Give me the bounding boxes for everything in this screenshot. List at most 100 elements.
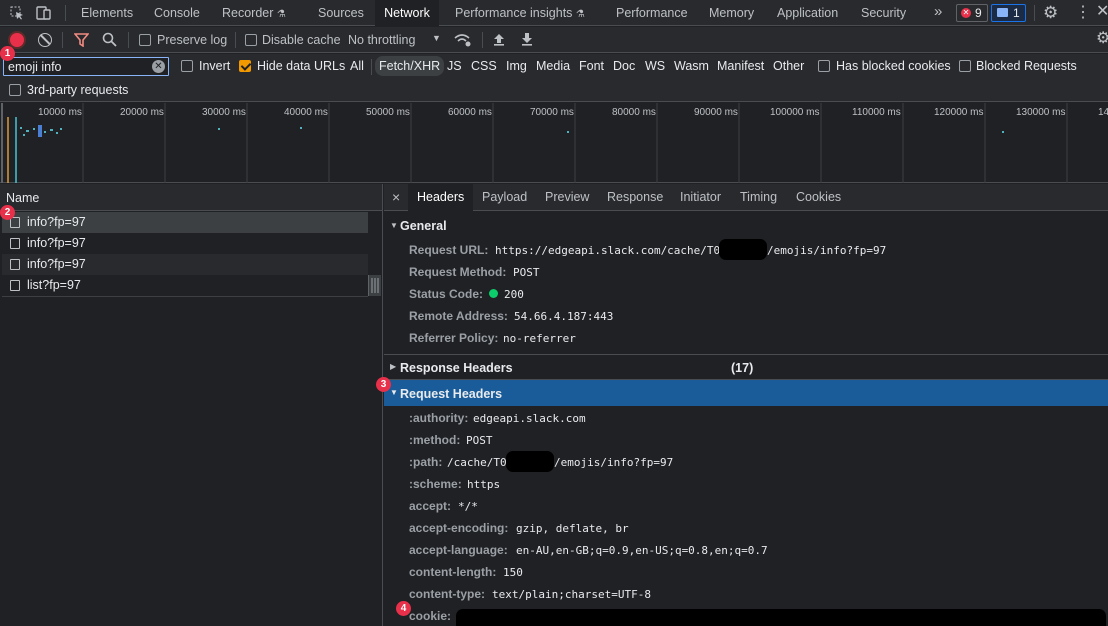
- requests-panel: Name info?fp=97 info?fp=97 info?fp=97 li…: [0, 184, 383, 626]
- response-headers-title[interactable]: Response Headers: [400, 361, 513, 375]
- tab-application[interactable]: Application: [777, 0, 838, 26]
- request-icon: [10, 280, 20, 291]
- redacted-cookie-block: [456, 609, 1106, 626]
- clear-icon[interactable]: [38, 33, 52, 47]
- has-blocked-cookies-checkbox[interactable]: [818, 60, 830, 72]
- content-length-value: 150: [503, 566, 523, 579]
- clear-filter-icon[interactable]: ✕: [152, 60, 165, 73]
- type-filter-css[interactable]: CSS: [471, 59, 497, 73]
- more-options-icon[interactable]: ⋮: [1075, 4, 1091, 22]
- type-filter-media[interactable]: Media: [536, 59, 570, 73]
- name-column-header[interactable]: Name: [0, 184, 382, 211]
- filter-input[interactable]: emoji info ✕: [3, 57, 169, 76]
- tab-headers[interactable]: Headers: [408, 184, 474, 211]
- filter-icon[interactable]: [73, 33, 90, 48]
- close-devtools-icon[interactable]: ✕: [1096, 3, 1108, 21]
- timeline-tick: 130000 ms: [1016, 107, 1066, 118]
- type-filter-manifest[interactable]: Manifest: [717, 59, 764, 73]
- referrer-policy-value: no-referrer: [503, 332, 576, 345]
- close-icon[interactable]: ×: [392, 189, 400, 205]
- timeline-tick: 14: [1098, 107, 1108, 118]
- tab-elements[interactable]: Elements: [81, 0, 133, 26]
- timeline-overview[interactable]: 10000 ms 20000 ms 30000 ms 40000 ms 5000…: [0, 103, 1108, 183]
- message-icon: [997, 8, 1008, 17]
- hide-data-urls-checkbox[interactable]: [239, 60, 251, 72]
- preserve-log-checkbox[interactable]: [139, 34, 151, 46]
- request-icon: [10, 238, 20, 249]
- table-row[interactable]: info?fp=97: [2, 233, 368, 254]
- collapse-triangle-icon[interactable]: ▼: [390, 388, 398, 397]
- path-label: :path:: [409, 455, 443, 469]
- type-filter-js[interactable]: JS: [447, 59, 462, 73]
- type-filter-wasm[interactable]: Wasm: [674, 59, 709, 73]
- resize-handle[interactable]: [368, 275, 381, 296]
- search-icon[interactable]: [102, 32, 117, 47]
- tab-recorder[interactable]: Recorder ⚗: [222, 0, 286, 26]
- request-headers-title[interactable]: Request Headers: [400, 387, 502, 401]
- content-type-value: text/plain;charset=UTF-8: [492, 588, 651, 601]
- type-filter-ws[interactable]: WS: [645, 59, 665, 73]
- third-party-label: 3rd-party requests: [27, 83, 129, 97]
- request-name: info?fp=97: [27, 215, 86, 229]
- blocked-requests-checkbox[interactable]: [959, 60, 971, 72]
- device-toolbar-icon[interactable]: [36, 5, 52, 21]
- tab-cookies[interactable]: Cookies: [796, 190, 841, 204]
- inspect-element-icon[interactable]: [10, 6, 24, 20]
- throttling-select[interactable]: No throttling: [348, 33, 415, 47]
- tab-memory[interactable]: Memory: [709, 0, 754, 26]
- type-filter-fetch-xhr[interactable]: Fetch/XHR: [375, 56, 445, 76]
- errors-badge[interactable]: ✕ 9: [956, 4, 988, 22]
- tab-initiator[interactable]: Initiator: [680, 190, 721, 204]
- settings-gear-icon[interactable]: ⚙: [1043, 4, 1058, 22]
- status-code-value: 200: [504, 288, 524, 301]
- has-blocked-cookies-label: Has blocked cookies: [836, 59, 951, 73]
- tab-response[interactable]: Response: [607, 190, 663, 204]
- request-name: info?fp=97: [27, 257, 86, 271]
- general-title[interactable]: General: [400, 219, 447, 233]
- third-party-checkbox[interactable]: [9, 84, 21, 96]
- upload-har-icon[interactable]: [493, 32, 505, 46]
- disable-cache-checkbox[interactable]: [245, 34, 257, 46]
- invert-checkbox[interactable]: [181, 60, 193, 72]
- network-settings-gear-icon[interactable]: ⚙: [1096, 30, 1108, 48]
- devtools-tabbar: Elements Console Recorder ⚗ Sources Netw…: [0, 0, 1108, 26]
- table-row[interactable]: info?fp=97: [2, 212, 368, 233]
- tab-payload[interactable]: Payload: [482, 190, 527, 204]
- table-row[interactable]: info?fp=97: [2, 254, 368, 275]
- tab-preview[interactable]: Preview: [545, 190, 589, 204]
- expand-triangle-icon[interactable]: ▶: [390, 362, 396, 371]
- annotation-marker-3: 3: [376, 377, 391, 392]
- request-name: list?fp=97: [27, 278, 81, 292]
- request-method-label: Request Method:: [409, 265, 507, 279]
- blocked-requests-label: Blocked Requests: [976, 59, 1077, 73]
- type-filter-img[interactable]: Img: [506, 59, 527, 73]
- messages-count: 1: [1013, 6, 1020, 20]
- tab-console[interactable]: Console: [154, 0, 200, 26]
- tab-security[interactable]: Security: [861, 0, 906, 26]
- accept-label: accept:: [409, 499, 452, 513]
- tab-performance-insights[interactable]: Performance insights ⚗: [455, 0, 585, 26]
- timeline-tick: 30000 ms: [202, 107, 246, 118]
- more-tabs-icon[interactable]: »: [934, 0, 942, 25]
- tab-sources[interactable]: Sources: [318, 0, 364, 26]
- tab-network[interactable]: Network: [375, 0, 439, 26]
- request-url-label: Request URL:: [409, 243, 489, 257]
- tab-timing[interactable]: Timing: [740, 190, 777, 204]
- type-filter-other[interactable]: Other: [773, 59, 804, 73]
- type-filter-font[interactable]: Font: [579, 59, 604, 73]
- record-button[interactable]: [10, 33, 24, 47]
- timeline-tick: 70000 ms: [530, 107, 574, 118]
- timeline-tick: 10000 ms: [38, 107, 82, 118]
- type-filter-all[interactable]: All: [350, 59, 364, 73]
- tab-performance[interactable]: Performance: [616, 0, 688, 26]
- table-row[interactable]: list?fp=97: [2, 275, 368, 296]
- expand-triangle-icon[interactable]: ▼: [390, 221, 398, 230]
- download-har-icon[interactable]: [521, 32, 533, 46]
- status-code-label: Status Code:: [409, 287, 484, 301]
- timeline-tick: 50000 ms: [366, 107, 410, 118]
- messages-badge[interactable]: 1: [991, 4, 1026, 22]
- error-icon: ✕: [961, 8, 971, 18]
- network-conditions-icon[interactable]: [454, 32, 471, 47]
- type-filter-doc[interactable]: Doc: [613, 59, 635, 73]
- cookie-label: cookie:: [409, 609, 452, 623]
